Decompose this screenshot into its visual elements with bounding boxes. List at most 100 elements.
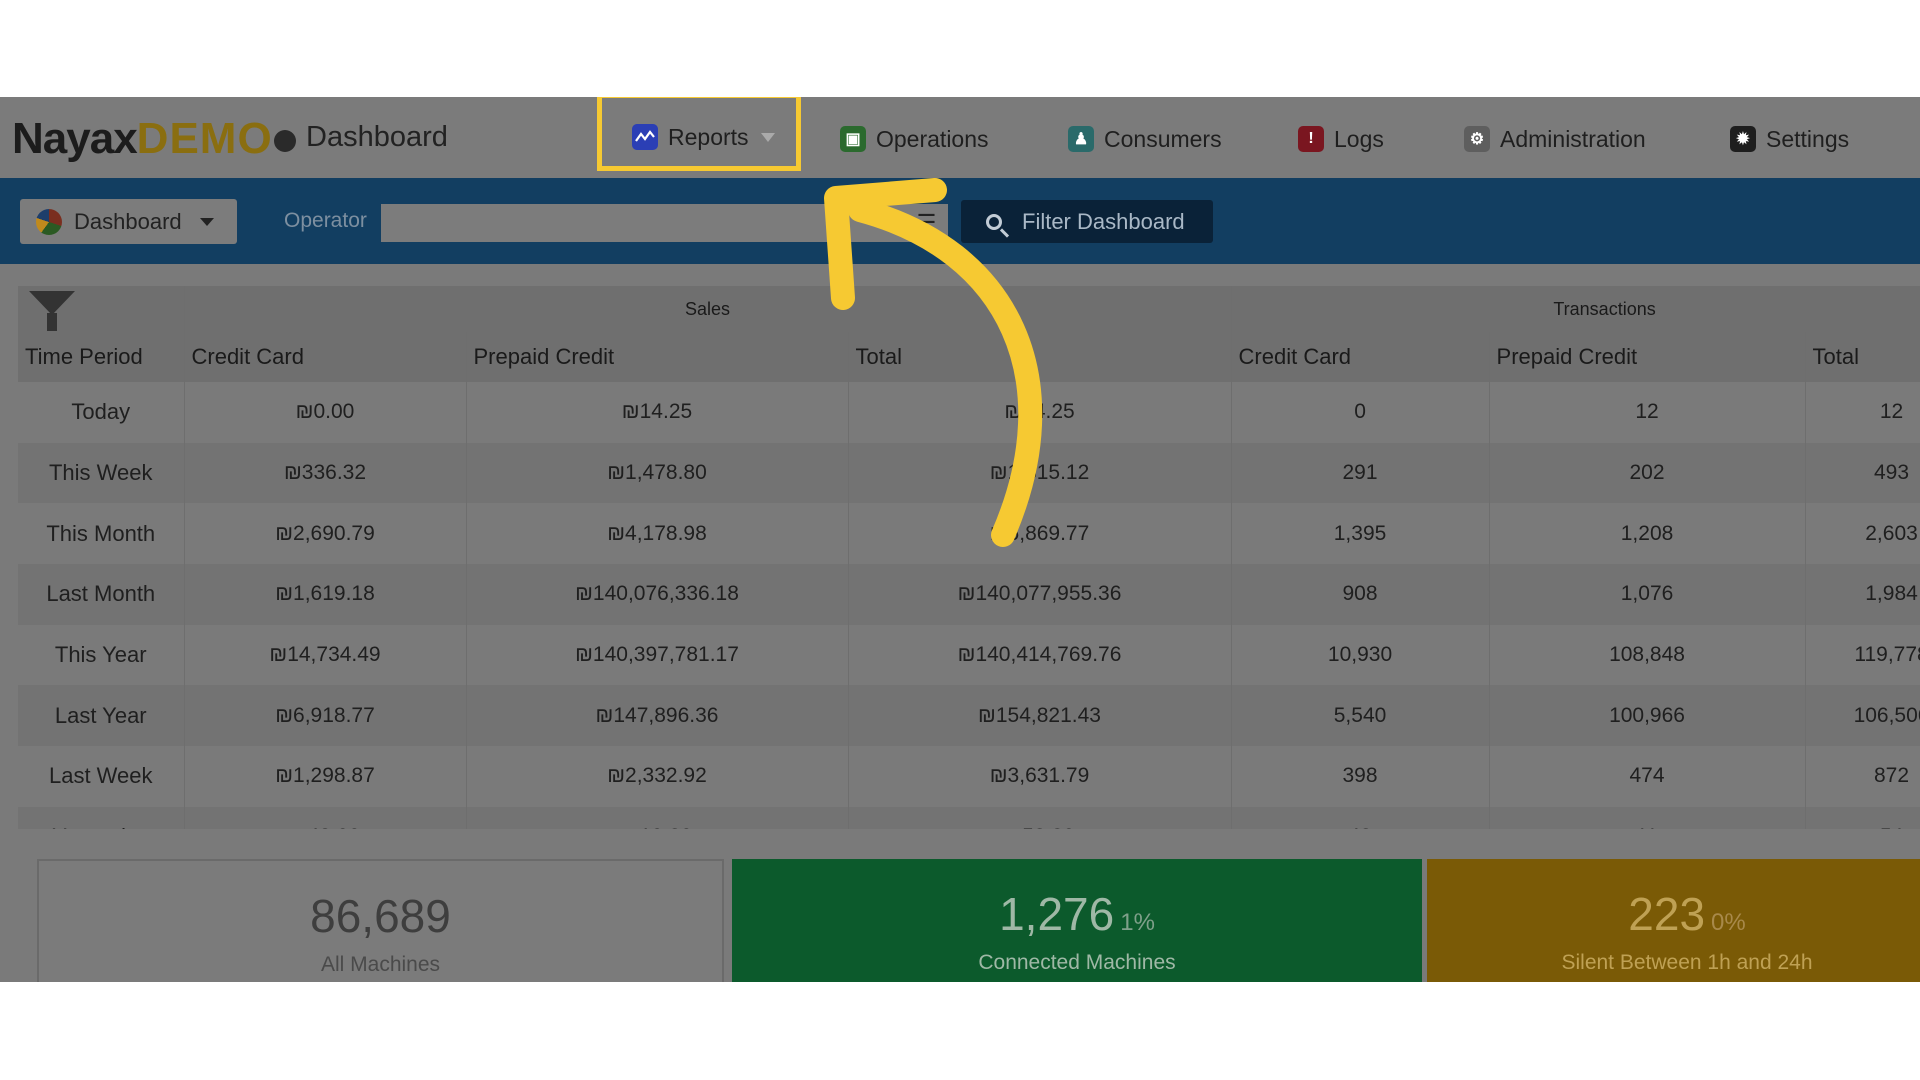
cell-period: Last Year — [18, 685, 185, 747]
cell-value: ₪0.00 — [184, 382, 467, 443]
cell-value: 119,778 — [1805, 624, 1920, 686]
logo-main: Nayax — [12, 114, 138, 163]
cell-value: 43 — [1231, 806, 1490, 829]
table-row: This Week ₪336.32 ₪1,478.80 ₪1,815.12 29… — [18, 442, 1920, 504]
cell-value: ₪1,815.12 — [848, 442, 1232, 504]
list-icon[interactable]: ☰ — [905, 204, 948, 242]
col-tx-prepaid-credit[interactable]: Prepaid Credit — [1489, 332, 1806, 382]
cell-value: 202 — [1489, 442, 1806, 504]
cell-value: 398 — [1231, 746, 1490, 807]
cell-value: 100,966 — [1489, 685, 1806, 747]
cell-value: 291 — [1231, 442, 1490, 504]
nav-administration[interactable]: ⚙ Administration — [1464, 121, 1646, 157]
cell-value: ₪43.00 — [184, 806, 467, 829]
col-tx-credit-card[interactable]: Credit Card — [1231, 332, 1490, 382]
table-row: Today ₪0.00 ₪14.25 ₪14.25 0 12 12 — [18, 382, 1920, 443]
funnel-icon[interactable] — [19, 291, 183, 331]
cell-value: ₪1,478.80 — [466, 442, 849, 504]
cell-value: 108,848 — [1489, 624, 1806, 686]
cell-value: 1,076 — [1489, 564, 1806, 625]
cell-value: 872 — [1805, 746, 1920, 807]
card-connected-machines[interactable]: 1,276 1% Connected Machines — [732, 859, 1422, 982]
logo-suffix: DEMO — [136, 114, 273, 163]
operator-input[interactable] — [381, 204, 948, 242]
cell-value: ₪3,631.79 — [848, 746, 1232, 807]
cell-value: 106,506 — [1805, 685, 1920, 747]
cell-value: ₪10.20 — [466, 806, 849, 829]
cell-period: This Month — [18, 503, 185, 565]
app-screen: NayaxDEMO Dashboard Reports ▣ Operations… — [0, 97, 1920, 982]
cell-value: 12 — [1805, 382, 1920, 443]
all-machines-label: All Machines — [320, 953, 441, 976]
cell-value: ₪1,619.18 — [184, 564, 467, 625]
table-row: Last Month ₪1,619.18 ₪140,076,336.18 ₪14… — [18, 564, 1920, 625]
col-time-period[interactable]: Time Period — [18, 332, 185, 382]
top-nav: NayaxDEMO Dashboard Reports ▣ Operations… — [0, 97, 1920, 178]
cell-value: ₪1,298.87 — [184, 746, 467, 807]
chevron-down-icon — [199, 217, 214, 226]
cell-period: Last Week — [18, 746, 185, 807]
card-all-machines[interactable]: 86,689 All Machines — [37, 859, 724, 982]
cell-value: ₪140,414,769.76 — [848, 624, 1232, 686]
search-icon — [986, 213, 1002, 230]
operations-icon: ▣ — [840, 126, 866, 152]
col-tx-total[interactable]: Total — [1805, 332, 1920, 382]
cell-value: ₪14.25 — [848, 382, 1232, 443]
cell-value: ₪6,918.77 — [184, 685, 467, 747]
cell-period: This Year — [18, 624, 185, 686]
cell-value: 1,395 — [1231, 503, 1490, 565]
nav-settings[interactable]: ✹ Settings — [1730, 121, 1849, 157]
cell-value: 493 — [1805, 442, 1920, 504]
table-row: This Month ₪2,690.79 ₪4,178.98 ₪6,869.77… — [18, 503, 1920, 565]
cell-value: 12 — [1489, 382, 1806, 443]
cell-period: This Week — [18, 442, 185, 504]
col-sales-total[interactable]: Total — [848, 332, 1232, 382]
silent-value: 223 — [1628, 888, 1706, 940]
group-transactions: Transactions — [1231, 286, 1920, 332]
nav-logs[interactable]: ! Logs — [1298, 121, 1384, 157]
cell-value: ₪147,896.36 — [466, 685, 849, 747]
reports-icon — [632, 124, 658, 150]
dashboard-dropdown[interactable]: Dashboard — [20, 199, 237, 244]
cell-value: ₪336.32 — [184, 442, 467, 504]
gear-icon: ✹ — [1730, 126, 1756, 152]
cell-value: ₪140,076,336.18 — [466, 564, 849, 625]
nav-consumers[interactable]: ♟ Consumers — [1068, 121, 1222, 157]
cell-value: 11 — [1489, 806, 1806, 829]
nav-operations[interactable]: ▣ Operations — [840, 121, 989, 157]
table-row: Yesterday ₪43.00 ₪10.20 ₪53.20 43 11 54 — [18, 806, 1920, 829]
stat-cards: 86,689 All Machines 1,276 1% Connected Ma… — [0, 849, 1920, 982]
nav-settings-label: Settings — [1766, 125, 1850, 152]
nayax-logo[interactable]: NayaxDEMO — [12, 114, 273, 164]
cell-value: 1,208 — [1489, 503, 1806, 565]
table-row: Last Week ₪1,298.87 ₪2,332.92 ₪3,631.79 … — [18, 746, 1920, 807]
consumers-icon: ♟ — [1068, 126, 1094, 152]
cell-value: 10,930 — [1231, 624, 1490, 686]
cell-value: 1,984 — [1805, 564, 1920, 625]
cell-period: Last Month — [18, 564, 185, 625]
logs-icon: ! — [1298, 126, 1324, 152]
chevron-down-icon[interactable] — [760, 132, 775, 142]
dashboard-icon — [274, 130, 296, 152]
cell-value: 908 — [1231, 564, 1490, 625]
filter-bar: Dashboard Operator ☰ Filter Dashboard — [0, 178, 1920, 264]
filter-dashboard-label: Filter Dashboard — [1022, 208, 1185, 234]
col-sales-credit-card[interactable]: Credit Card — [184, 332, 467, 382]
filter-dashboard-button[interactable]: Filter Dashboard — [961, 200, 1213, 243]
cell-value: ₪14,734.49 — [184, 624, 467, 686]
connected-percent: 1% — [1120, 909, 1155, 936]
group-sales: Sales — [184, 286, 1232, 332]
silent-label: Silent Between 1h and 24h — [1561, 951, 1813, 974]
summary-table: Sales Transactions Time Period Credit Ca… — [18, 286, 1920, 829]
nav-logs-label: Logs — [1334, 125, 1384, 152]
cell-value: ₪2,332.92 — [466, 746, 849, 807]
cell-period: Yesterday — [18, 806, 185, 829]
pie-chart-icon — [36, 208, 62, 235]
nav-reports[interactable]: Reports — [632, 120, 780, 154]
nav-administration-label: Administration — [1500, 125, 1646, 152]
nav-operations-label: Operations — [876, 125, 989, 152]
col-sales-prepaid-credit[interactable]: Prepaid Credit — [466, 332, 849, 382]
cell-value: 54 — [1805, 806, 1920, 829]
card-silent-machines[interactable]: 223 0% Silent Between 1h and 24h — [1427, 859, 1920, 982]
silent-percent: 0% — [1711, 909, 1746, 936]
